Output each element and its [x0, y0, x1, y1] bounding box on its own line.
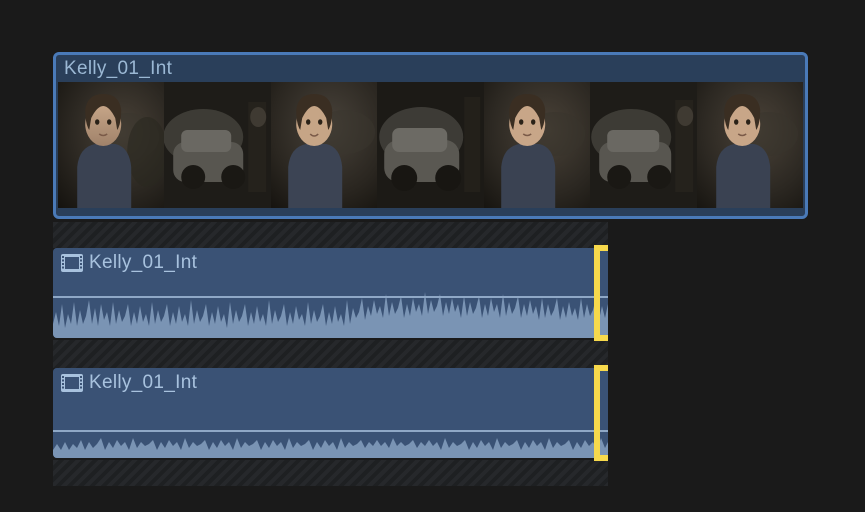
video-thumbnail: [58, 82, 164, 208]
audio-clip[interactable]: Kelly_01_Int: [53, 368, 608, 458]
audio-waveform: [53, 274, 608, 338]
video-thumbnail: [697, 82, 803, 208]
filmstrip-icon: [61, 254, 83, 272]
video-clip-label: Kelly_01_Int: [56, 55, 805, 82]
video-thumbnail: [377, 82, 483, 208]
filmstrip-icon: [61, 374, 83, 392]
audio-clip-label: Kelly_01_Int: [89, 252, 197, 274]
timeline-gap: [53, 460, 608, 486]
timeline[interactable]: Kelly_01_Int: [0, 0, 865, 512]
video-thumbnail: [164, 82, 270, 208]
video-thumbnail-strip: [56, 82, 805, 210]
audio-level-line[interactable]: [53, 296, 608, 298]
video-thumbnail: [484, 82, 590, 208]
video-clip[interactable]: Kelly_01_Int: [53, 52, 808, 219]
timeline-gap: [53, 340, 608, 368]
audio-level-line[interactable]: [53, 430, 608, 432]
audio-clip-label: Kelly_01_Int: [89, 372, 197, 394]
video-thumbnail: [590, 82, 696, 208]
timeline-gap: [53, 222, 608, 248]
video-thumbnail: [271, 82, 377, 208]
audio-waveform: [53, 394, 608, 458]
audio-clip[interactable]: Kelly_01_Int: [53, 248, 608, 338]
